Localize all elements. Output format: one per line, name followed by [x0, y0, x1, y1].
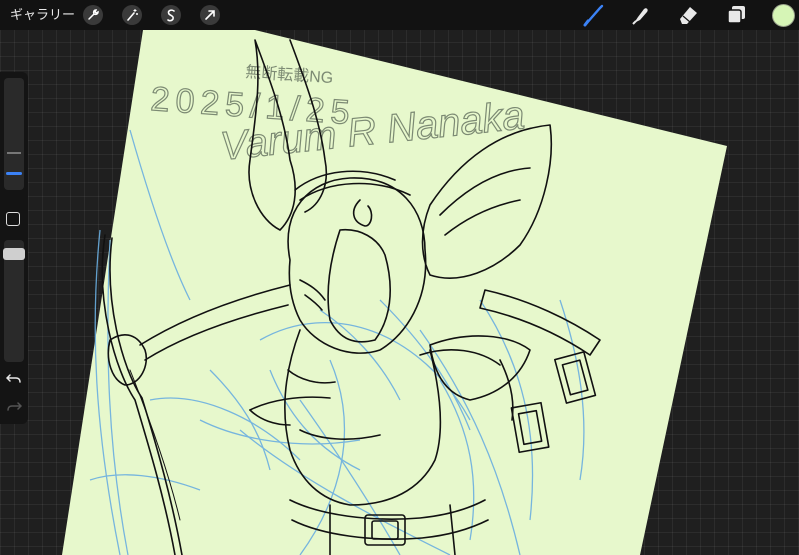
transform-button[interactable]: [200, 5, 220, 25]
layers-icon: [727, 6, 745, 24]
undo-button[interactable]: [5, 372, 22, 391]
opacity-slider[interactable]: [3, 240, 25, 362]
opacity-handle[interactable]: [3, 248, 25, 260]
magic-wand-icon: [127, 9, 138, 21]
actions-button[interactable]: [83, 5, 103, 25]
top-toolbar: ギャラリー: [0, 0, 799, 30]
brush-icon: [583, 4, 604, 27]
color-picker-button[interactable]: [772, 4, 795, 27]
drawing-canvas[interactable]: 無断転載NG 2025/1/25 Varum R Nanaka: [0, 0, 799, 555]
redo-icon: [7, 402, 23, 411]
adjustments-button[interactable]: [122, 5, 142, 25]
brush-size-slider[interactable]: [4, 78, 24, 190]
smudge-icon: [632, 8, 648, 25]
eraser-tool-button[interactable]: [676, 3, 700, 27]
left-sidebar: [0, 72, 28, 424]
layers-button[interactable]: [724, 3, 748, 27]
wrench-icon: [88, 9, 99, 20]
brush-tool-button[interactable]: [582, 3, 606, 27]
transform-arrow-icon: [205, 10, 215, 20]
selection-icon: [167, 9, 175, 22]
eraser-icon: [680, 7, 697, 24]
selection-button[interactable]: [161, 5, 181, 25]
smudge-tool-button[interactable]: [628, 3, 652, 27]
slider-tick: [7, 152, 21, 154]
brush-size-handle[interactable]: [6, 172, 22, 175]
undo-icon: [5, 374, 21, 383]
gallery-button[interactable]: ギャラリー: [10, 6, 75, 24]
redo-button[interactable]: [6, 400, 23, 419]
modify-button[interactable]: [6, 212, 20, 226]
